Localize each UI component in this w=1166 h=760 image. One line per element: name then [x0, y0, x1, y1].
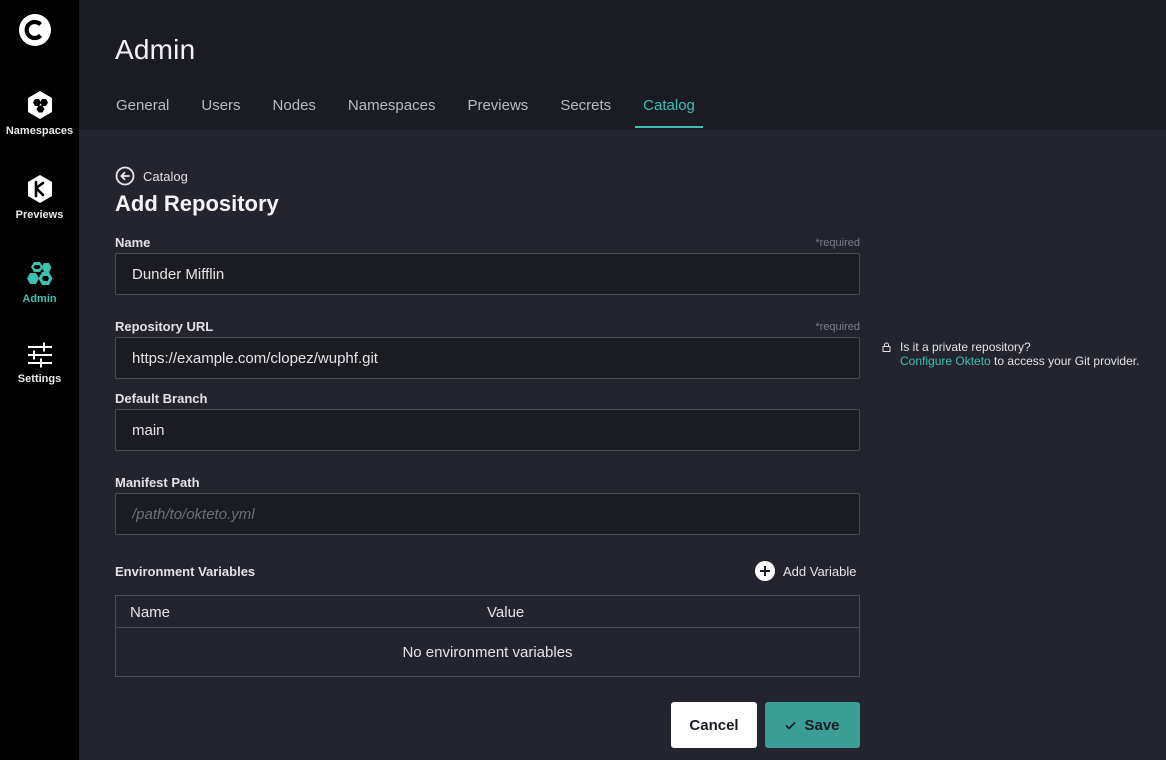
env-vars-table-header: Name Value — [116, 596, 859, 628]
default-branch-label: Default Branch — [115, 391, 208, 406]
tab-secrets[interactable]: Secrets — [552, 86, 619, 127]
manifest-path-label: Manifest Path — [115, 475, 200, 490]
name-input[interactable] — [115, 253, 860, 295]
back-link-label: Catalog — [143, 168, 188, 184]
tab-nodes[interactable]: Nodes — [265, 86, 324, 127]
env-vars-table: Name Value No environment variables — [115, 595, 860, 677]
column-header-value: Value — [487, 604, 525, 621]
tab-catalog[interactable]: Catalog — [635, 86, 703, 128]
sidebar-item-admin[interactable]: Admin — [0, 258, 79, 305]
repo-url-input[interactable] — [115, 337, 860, 379]
save-button-label: Save — [804, 716, 840, 734]
default-branch-input[interactable] — [115, 409, 860, 451]
admin-icon — [26, 262, 52, 285]
sidebar-item-settings[interactable]: Settings — [0, 342, 79, 385]
hint-line-1: Is it a private repository? — [900, 340, 1031, 354]
name-label: Name — [115, 235, 151, 250]
sidebar-item-label: Admin — [22, 293, 57, 305]
lock-icon — [882, 342, 891, 352]
sidebar-item-label: Settings — [17, 373, 62, 385]
tab-bar: General Users Nodes Namespaces Previews … — [108, 86, 719, 128]
hint-line-2: to access your Git provider. — [990, 354, 1140, 368]
cancel-button[interactable]: Cancel — [671, 702, 757, 748]
env-vars-label: Environment Variables — [115, 564, 256, 579]
configure-okteto-link[interactable]: Configure Okteto — [900, 354, 991, 368]
tab-previews[interactable]: Previews — [459, 86, 536, 127]
sidebar-item-label: Previews — [15, 209, 64, 221]
plus-circle-icon — [755, 561, 775, 581]
previews-icon — [27, 175, 52, 203]
settings-icon — [27, 342, 52, 368]
sidebar: Namespaces Previews Admin Settings — [0, 0, 79, 760]
sidebar-item-previews[interactable]: Previews — [0, 174, 79, 221]
tab-users[interactable]: Users — [193, 86, 248, 127]
add-variable-button[interactable]: Add Variable — [755, 561, 856, 581]
okteto-logo[interactable] — [18, 13, 52, 47]
form-title: Add Repository — [115, 191, 279, 216]
private-repo-hint: Is it a private repository? Configure Ok… — [882, 340, 1139, 368]
name-required-note: *required — [815, 237, 860, 249]
tab-general[interactable]: General — [108, 86, 177, 127]
sidebar-item-namespaces[interactable]: Namespaces — [0, 90, 79, 137]
sidebar-item-label: Namespaces — [5, 125, 74, 137]
repo-url-required-note: *required — [815, 321, 860, 333]
page-title: Admin — [115, 34, 196, 65]
add-variable-label: Add Variable — [783, 563, 857, 579]
namespaces-icon — [27, 91, 52, 119]
check-icon — [785, 721, 797, 730]
manifest-path-input[interactable] — [115, 493, 860, 535]
back-to-catalog-link[interactable]: Catalog — [115, 166, 188, 186]
tab-namespaces[interactable]: Namespaces — [340, 86, 444, 127]
arrow-left-circle-icon — [115, 166, 135, 186]
save-button[interactable]: Save — [765, 702, 860, 748]
repo-url-label: Repository URL — [115, 319, 214, 334]
column-header-name: Name — [130, 604, 171, 621]
page-header: Admin General Users Nodes Namespaces Pre… — [79, 0, 1166, 130]
env-vars-empty-state: No environment variables — [402, 644, 573, 661]
